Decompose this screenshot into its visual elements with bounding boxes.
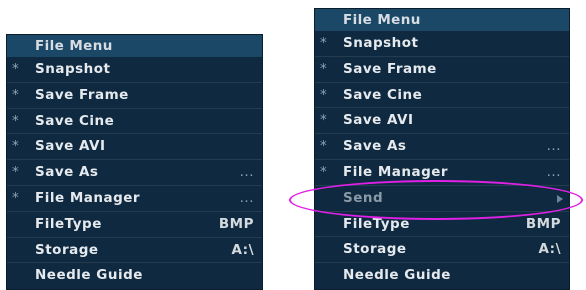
star-marker: *	[320, 35, 328, 51]
menu-item-label: Save AVI	[343, 112, 414, 129]
menu-item-label: Save Frame	[35, 86, 129, 103]
menu-item-save-avi[interactable]: * Save AVI	[315, 108, 569, 135]
menu-item-filetype[interactable]: FileType BMP	[7, 212, 262, 238]
more-ellipsis: ...	[546, 163, 561, 180]
menu-item-label: Save As	[35, 164, 99, 181]
star-marker: *	[12, 164, 20, 181]
star-marker: *	[12, 138, 20, 155]
menu-item-label: Snapshot	[35, 61, 111, 77]
menu-item-label: Save AVI	[35, 138, 106, 155]
menu-item-file-manager[interactable]: * File Manager ...	[7, 186, 262, 212]
menu-item-snapshot[interactable]: * Snapshot	[7, 57, 262, 83]
star-marker: *	[12, 112, 20, 129]
more-ellipsis: ...	[239, 189, 254, 206]
menu-item-storage[interactable]: Storage A:\	[315, 237, 569, 264]
menu-item-label: Storage	[343, 241, 407, 258]
star-marker: *	[320, 138, 328, 155]
star-marker: *	[320, 60, 328, 77]
menu-item-snapshot[interactable]: * Snapshot	[315, 31, 569, 57]
menu-item-value: A:\	[231, 241, 254, 258]
menu-item-label: File Manager	[35, 189, 141, 206]
highlight-ellipse	[289, 180, 583, 220]
menu-item-value: A:\	[538, 241, 561, 258]
star-marker: *	[320, 86, 328, 103]
menu-item-needle-guide[interactable]: Needle Guide	[315, 263, 569, 289]
menu-item-label: Needle Guide	[35, 267, 143, 284]
star-marker: *	[12, 189, 20, 206]
menu-item-value: BMP	[218, 215, 254, 232]
menu-item-label: Storage	[35, 241, 99, 258]
menu-item-save-cine[interactable]: * Save Cine	[7, 109, 262, 135]
menu-item-storage[interactable]: Storage A:\	[7, 238, 262, 264]
menu-item-save-frame[interactable]: * Save Frame	[315, 57, 569, 83]
menu-item-needle-guide[interactable]: Needle Guide	[7, 263, 262, 289]
menu-title: File Menu	[7, 35, 262, 57]
menu-item-save-cine[interactable]: * Save Cine	[315, 83, 569, 109]
menu-item-label: FileType	[35, 215, 102, 232]
star-marker: *	[320, 163, 328, 180]
menu-item-save-frame[interactable]: * Save Frame	[7, 83, 262, 109]
star-marker: *	[12, 61, 20, 77]
star-marker: *	[320, 112, 328, 129]
menu-item-value: BMP	[525, 215, 561, 232]
file-menu-right: File Menu * Snapshot * Save Frame * Save…	[314, 8, 570, 290]
menu-item-label: Save Cine	[343, 86, 423, 103]
menu-item-label: Snapshot	[343, 35, 419, 51]
more-ellipsis: ...	[239, 164, 254, 181]
menu-item-label: Needle Guide	[343, 267, 451, 284]
file-menu-left: File Menu * Snapshot * Save Frame * Save…	[6, 34, 263, 290]
more-ellipsis: ...	[546, 138, 561, 155]
star-marker: *	[12, 86, 20, 103]
menu-item-label: Save As	[343, 138, 407, 155]
menu-item-save-as[interactable]: * Save As ...	[7, 160, 262, 186]
menu-item-save-avi[interactable]: * Save AVI	[7, 134, 262, 161]
menu-title: File Menu	[315, 9, 569, 31]
menu-item-label: Save Frame	[343, 60, 437, 77]
menu-item-label: Save Cine	[35, 112, 115, 129]
menu-item-save-as[interactable]: * Save As ...	[315, 134, 569, 160]
